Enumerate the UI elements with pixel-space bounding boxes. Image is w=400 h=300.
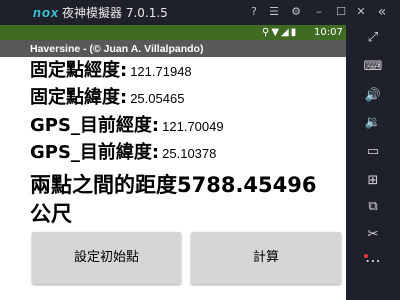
emulator-sidebar: ⤢ ⌨ 🔊 🔉 ▭ ⊞ ⧉ ✂ ⋯ [346, 25, 400, 300]
calculate-button[interactable]: 計算 [191, 232, 341, 284]
volume-up-icon[interactable]: 🔊 [346, 86, 400, 106]
gps-latitude-value: 25.10378 [162, 146, 217, 161]
gps-latitude-row: GPS_目前緯度: 25.10378 [30, 142, 216, 165]
scissors-icon[interactable]: ✂ [346, 225, 400, 245]
menu-icon[interactable]: ☰ [266, 4, 282, 20]
fixed-longitude-row: 固定點經度: 121.71948 [30, 60, 192, 83]
android-status-bar: ⚲▼◢▮ 10:07 [0, 25, 346, 40]
collapse-sidebar-icon[interactable]: « [374, 4, 390, 20]
add-apk-icon[interactable]: ⊞ [346, 171, 400, 191]
fixed-latitude-value: 25.05465 [130, 91, 185, 106]
app-title-bar: Haversine - (© Juan A. Villalpando) [0, 40, 346, 57]
volume-down-icon[interactable]: 🔉 [346, 113, 400, 133]
fixed-latitude-label: 固定點緯度: [30, 87, 128, 108]
multi-instance-icon[interactable]: ⧉ [346, 197, 400, 217]
app-title: Haversine - (© Juan A. Villalpando) [30, 43, 204, 55]
nox-logo: nox [33, 5, 60, 20]
notification-dot [364, 254, 368, 258]
emulator-title-bar: nox 夜神模擬器 7.0.1.5 ? ☰ ⚙ – ☐ ✕ « [0, 0, 400, 25]
gps-longitude-value: 121.70049 [162, 119, 224, 134]
screen-icon[interactable]: ▭ [346, 142, 400, 162]
minimize-icon[interactable]: – [311, 4, 327, 20]
distance-result: 兩點之間的距度5788.45496 [30, 173, 317, 197]
status-icons: ⚲▼◢▮ [262, 27, 299, 38]
close-icon[interactable]: ✕ [353, 4, 369, 20]
gps-longitude-label: GPS_目前經度: [30, 115, 160, 136]
fixed-longitude-label: 固定點經度: [30, 60, 128, 81]
gps-latitude-label: GPS_目前緯度: [30, 142, 160, 163]
help-icon[interactable]: ? [246, 4, 262, 20]
gps-longitude-row: GPS_目前經度: 121.70049 [30, 115, 224, 138]
fixed-latitude-row: 固定點緯度: 25.05465 [30, 87, 184, 110]
more-icon[interactable]: ⋯ [346, 251, 400, 271]
set-initial-point-button[interactable]: 設定初始點 [32, 232, 181, 284]
fullscreen-icon[interactable]: ⤢ [346, 28, 400, 48]
maximize-icon[interactable]: ☐ [333, 4, 349, 20]
window-title: 夜神模擬器 7.0.1.5 [62, 6, 168, 20]
keyboard-icon[interactable]: ⌨ [346, 57, 400, 77]
settings-icon[interactable]: ⚙ [288, 4, 304, 20]
distance-unit: 公尺 [30, 202, 72, 226]
status-time: 10:07 [314, 27, 343, 38]
fixed-longitude-value: 121.71948 [130, 64, 192, 79]
